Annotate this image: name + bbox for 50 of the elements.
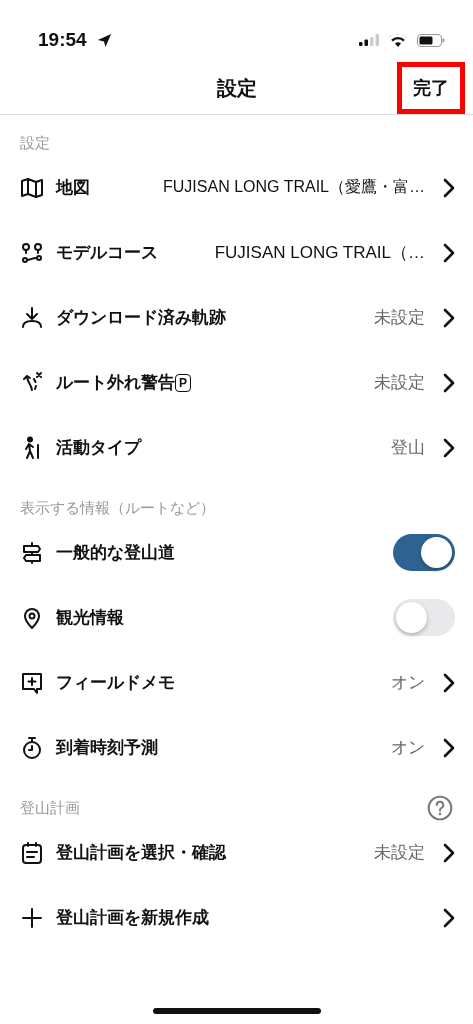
chevron-right-icon[interactable]: [443, 842, 455, 863]
row-label: モデルコース: [56, 242, 158, 264]
row-label: ダウンロード済み軌跡: [56, 307, 226, 329]
row-value[interactable]: FUJISAN LONG TRAIL（愛鷹・富…: [163, 177, 425, 198]
chevron-right-icon[interactable]: [443, 737, 455, 758]
row-value[interactable]: 未設定: [374, 371, 425, 394]
row-label: 登山計画を選択・確認: [56, 842, 226, 864]
chevron-right-icon[interactable]: [443, 907, 455, 928]
signal-icon: [359, 34, 379, 46]
toggle-switch[interactable]: [393, 534, 455, 571]
row-label: 観光情報: [56, 607, 124, 629]
status-time: 19:54: [38, 29, 87, 51]
chevron-right-icon[interactable]: [443, 242, 455, 263]
chevron-right-icon[interactable]: [443, 177, 455, 198]
row-value[interactable]: 未設定: [374, 306, 425, 329]
row-label: 一般的な登山道: [56, 542, 175, 564]
row-value[interactable]: 登山: [391, 436, 425, 459]
calendar-icon: [20, 840, 44, 865]
battery-icon: [417, 33, 445, 47]
location-arrow-icon: [96, 32, 112, 48]
toggle-switch[interactable]: [393, 599, 455, 636]
stopwatch-icon: [20, 735, 44, 760]
row-value[interactable]: FUJISAN LONG TRAIL（…: [214, 241, 425, 264]
premium-badge: P: [175, 373, 191, 392]
row-value[interactable]: 未設定: [374, 841, 425, 864]
chevron-right-icon[interactable]: [443, 372, 455, 393]
chevron-right-icon[interactable]: [443, 307, 455, 328]
wifi-icon: [389, 33, 407, 47]
row-value[interactable]: オン: [391, 736, 425, 759]
route-icon: [20, 240, 44, 265]
row-label: 活動タイプ: [56, 437, 141, 459]
section-header: 設定: [20, 133, 50, 153]
plus-icon: [20, 905, 44, 930]
note-plus-icon: [20, 670, 44, 695]
row-value[interactable]: オン: [391, 671, 425, 694]
section-header: 登山計画: [20, 798, 80, 818]
row-label: フィールドメモ: [56, 672, 175, 694]
chevron-right-icon[interactable]: [443, 672, 455, 693]
section-header: 表示する情報（ルートなど）: [20, 498, 215, 518]
done-button[interactable]: 完了: [397, 62, 465, 114]
signpost-icon: [20, 540, 44, 565]
screen-title: 設定: [216, 75, 257, 101]
map-icon: [20, 175, 44, 200]
row-label: 登山計画を新規作成: [56, 907, 209, 929]
help-icon[interactable]: [427, 795, 453, 821]
row-label: ルート外れ警告: [56, 372, 175, 394]
row-label: 地図: [56, 177, 90, 199]
chevron-right-icon[interactable]: [443, 437, 455, 458]
row-label: 到着時刻予測: [56, 737, 158, 759]
download-icon: [20, 305, 44, 330]
